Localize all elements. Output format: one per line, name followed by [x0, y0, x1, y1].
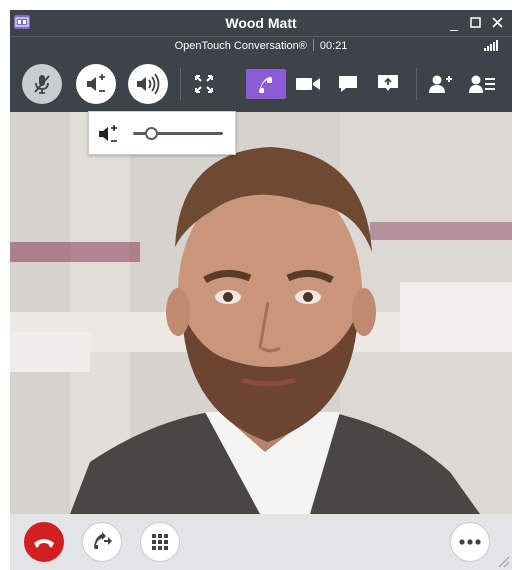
status-bar: OpenTouch Conversation® 00:21 — [10, 36, 512, 54]
remote-video — [10, 112, 512, 514]
minimize-button[interactable]: _ — [444, 13, 464, 33]
more-dots-icon — [459, 539, 481, 545]
microphone-off-icon — [34, 75, 50, 94]
video-camera-icon — [296, 78, 320, 90]
add-user-icon — [429, 75, 452, 93]
volume-popup — [88, 111, 236, 155]
phone-icon — [259, 77, 272, 93]
volume-plus-minus-icon — [87, 74, 105, 92]
remote-participant-image — [10, 112, 512, 514]
dialpad-button[interactable] — [140, 522, 180, 562]
hang-up-button[interactable] — [24, 522, 64, 562]
screen-share-button[interactable] — [372, 68, 404, 100]
audio-call-button[interactable] — [246, 69, 286, 99]
mute-microphone-button[interactable] — [22, 64, 62, 104]
title-bar: Wood Matt _ — [10, 10, 512, 36]
call-toolbar — [10, 56, 512, 112]
transfer-button[interactable] — [82, 522, 122, 562]
window-title: Wood Matt — [225, 15, 297, 31]
add-participant-button[interactable] — [424, 68, 456, 100]
speaker-button[interactable] — [128, 64, 168, 104]
fullscreen-button[interactable] — [188, 68, 220, 100]
resize-grip-icon[interactable] — [496, 554, 510, 568]
maximize-button[interactable] — [466, 13, 486, 33]
phone-hangup-icon — [34, 539, 54, 548]
signal-bars-icon — [484, 40, 498, 51]
toolbar-divider — [180, 68, 181, 100]
chat-bubble-icon — [339, 76, 357, 92]
chat-button[interactable] — [332, 68, 364, 100]
close-button[interactable] — [488, 13, 508, 33]
more-options-button[interactable] — [450, 522, 490, 562]
expand-icon — [195, 75, 213, 93]
volume-plus-minus-icon — [99, 125, 117, 142]
speaker-loud-icon — [137, 73, 160, 95]
app-name: OpenTouch Conversation® — [174, 40, 307, 52]
toolbar-divider — [416, 68, 417, 100]
participants-list-button[interactable] — [466, 68, 498, 100]
call-window: Wood Matt _ OpenTouch Conversation® 00:21 — [10, 10, 512, 570]
user-list-icon — [469, 75, 495, 93]
maximize-icon — [470, 17, 481, 28]
call-forward-icon — [94, 532, 112, 549]
status-divider — [312, 39, 314, 51]
video-button[interactable] — [292, 68, 324, 100]
screen-share-icon — [378, 75, 398, 91]
volume-adjust-button[interactable] — [76, 64, 116, 104]
close-icon — [492, 17, 503, 28]
call-duration: 00:21 — [319, 40, 348, 52]
keypad-icon — [152, 534, 168, 550]
call-controls-bar — [10, 514, 512, 570]
volume-slider-handle[interactable] — [144, 127, 158, 140]
